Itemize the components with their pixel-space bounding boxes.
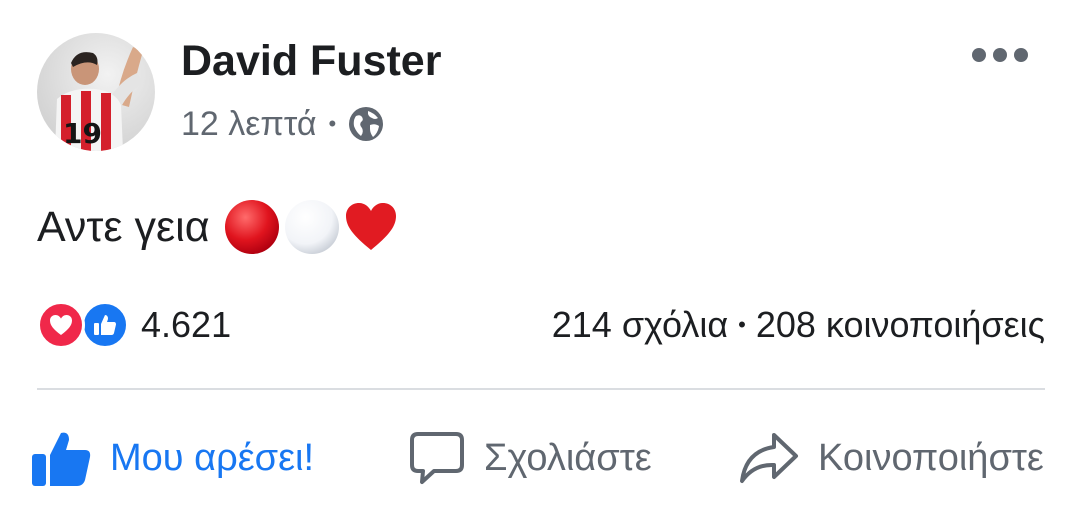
red-heart-icon: [345, 203, 396, 250]
shares-count[interactable]: 208 κοινοποιήσεις: [756, 304, 1045, 346]
jersey-number: 19: [63, 117, 102, 150]
action-bar: Μου αρέσει! Σχολιάστε Κοινοποιήστε: [0, 420, 1080, 496]
reactions-count: 4.621: [141, 304, 232, 345]
more-dot-icon: [1014, 48, 1028, 62]
comments-count[interactable]: 214 σχόλια: [552, 304, 728, 346]
more-dot-icon: [993, 48, 1007, 62]
globe-icon[interactable]: [348, 106, 384, 142]
avatar-photo: 19: [55, 47, 143, 151]
post-time[interactable]: 12 λεπτά: [181, 105, 317, 144]
post-emojis: [224, 199, 398, 255]
share-button[interactable]: Κοινοποιήστε: [738, 420, 1044, 496]
meta-separator: •: [328, 111, 337, 136]
engagement-counts: 214 σχόλια • 208 κοινοποιήσεις: [552, 304, 1045, 346]
red-circle-icon: [224, 200, 279, 254]
like-reaction-icon: [81, 301, 129, 349]
white-circle-icon: [284, 200, 339, 254]
divider: [37, 388, 1045, 390]
stats-separator: •: [738, 312, 746, 337]
share-button-label: Κοινοποιήστε: [818, 436, 1044, 479]
author-name[interactable]: David Fuster: [181, 37, 441, 86]
comment-icon: [410, 432, 464, 484]
thumbs-up-icon: [32, 432, 91, 486]
comment-button[interactable]: Σχολιάστε: [408, 420, 652, 496]
author-avatar[interactable]: 19: [37, 33, 155, 151]
post-stats: 4.621 214 σχόλια • 208 κοινοποιήσεις: [37, 298, 1045, 352]
comment-button-label: Σχολιάστε: [484, 436, 652, 479]
post-message: Αντε γεια: [37, 195, 398, 259]
post-meta: 12 λεπτά •: [181, 102, 384, 146]
like-button[interactable]: Μου αρέσει!: [30, 420, 314, 496]
reactions-summary[interactable]: 4.621: [37, 301, 231, 349]
more-options-button[interactable]: [972, 43, 1028, 67]
love-reaction-icon: [37, 301, 85, 349]
post-message-text: Αντε γεια: [37, 202, 210, 251]
like-button-label: Μου αρέσει!: [110, 436, 315, 479]
share-icon: [740, 433, 798, 483]
more-dot-icon: [972, 48, 986, 62]
